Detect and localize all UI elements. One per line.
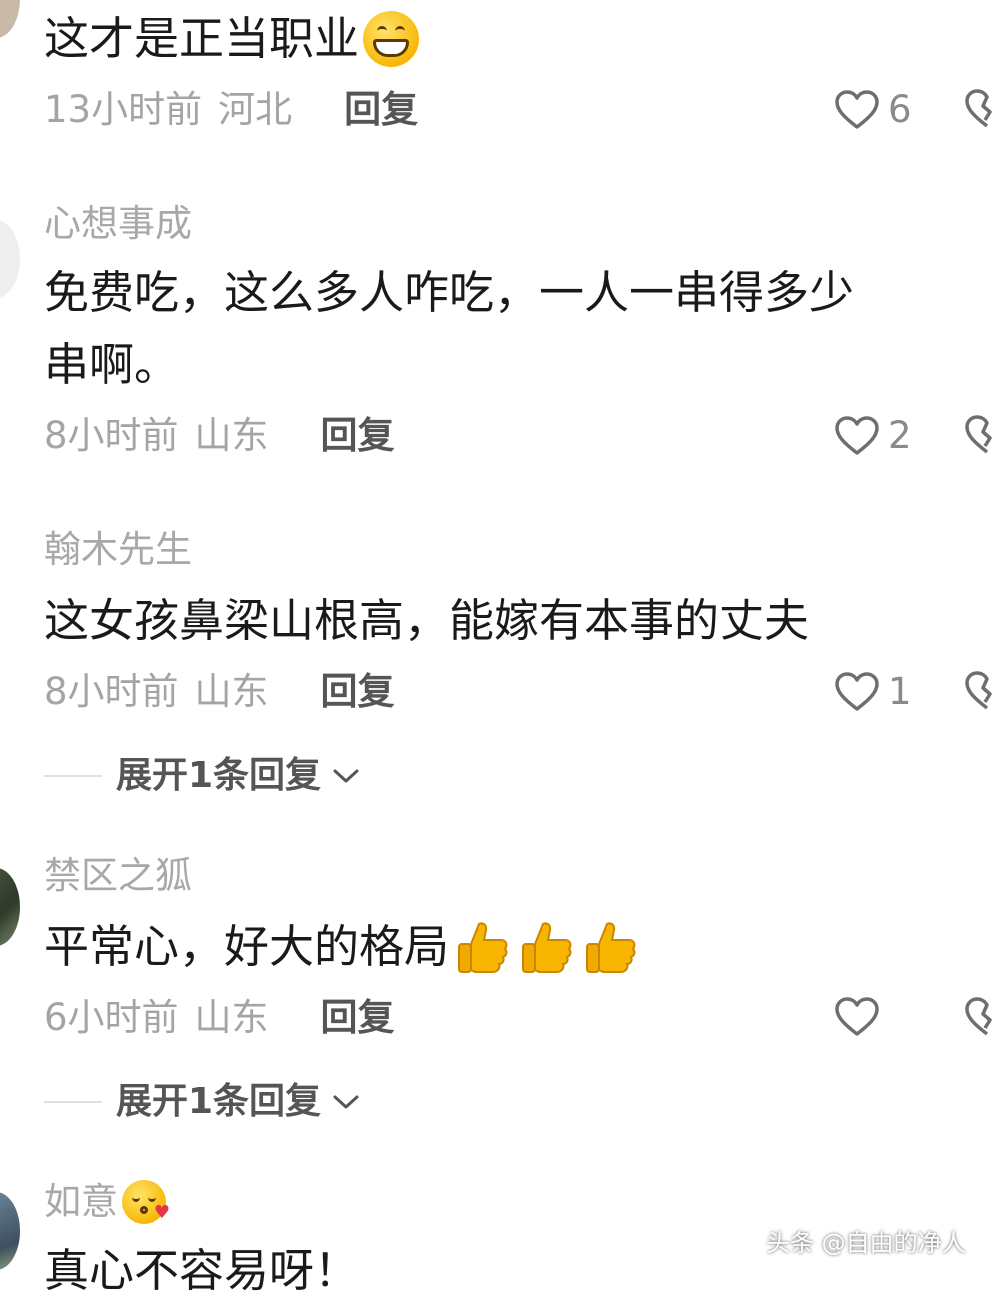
comment-text-line2: 串啊。 <box>44 338 180 391</box>
heart-icon <box>835 416 879 455</box>
comment-location: 山东 <box>194 996 269 1039</box>
comment-text: 真心不容易呀！ <box>44 1244 360 1297</box>
like-button[interactable]: 6 <box>834 88 912 132</box>
comment-meta: 6小时前 山东 回复 <box>44 996 395 1040</box>
comment-meta: 8小时前 山东 回复 <box>44 670 395 714</box>
heart-icon <box>835 997 879 1036</box>
reply-button[interactable]: 回复 <box>321 996 395 1040</box>
thumbs-up-icon <box>458 922 508 973</box>
divider <box>44 775 102 777</box>
dislike-button[interactable] <box>964 670 994 712</box>
comment-location: 山东 <box>194 414 269 457</box>
dislike-button[interactable] <box>964 996 994 1038</box>
broken-heart-icon <box>965 997 992 1036</box>
comment-location: 山东 <box>194 670 269 713</box>
reply-button[interactable]: 回复 <box>321 414 395 458</box>
like-button[interactable]: 2 <box>834 414 912 458</box>
comment-meta: 13小时前 河北 回复 <box>44 88 418 132</box>
like-count: 6 <box>888 88 912 131</box>
watermark: 头条 @自由的净人 <box>766 1229 966 1257</box>
comment-text: 这女孩鼻梁山根高，能嫁有本事的丈夫 <box>44 594 810 647</box>
comment-text: 平常心，好大的格局 <box>44 912 641 982</box>
heart-icon <box>835 672 879 711</box>
face-blowing-kiss-icon: ♥ <box>122 1180 170 1224</box>
chevron-down-icon <box>333 769 359 783</box>
comment-text: 这才是正当职业 <box>44 4 420 74</box>
grinning-face-icon <box>363 11 420 67</box>
comment-time: 13小时前 <box>44 88 203 131</box>
dislike-button[interactable] <box>964 88 994 130</box>
like-button[interactable]: 1 <box>834 670 912 714</box>
comment-username: 如意 <box>44 1180 118 1223</box>
broken-heart-icon <box>965 415 992 454</box>
comment-username[interactable]: 心想事成 <box>44 202 192 246</box>
chevron-down-icon <box>333 1095 359 1109</box>
comment-time: 8小时前 <box>44 670 179 713</box>
comment-username[interactable]: 翰木先生 <box>44 528 192 572</box>
comment-location: 河北 <box>218 88 293 131</box>
avatar[interactable] <box>0 220 20 298</box>
expand-replies-button[interactable]: 展开1条回复 <box>44 1080 361 1124</box>
thumbs-up-icon <box>586 922 636 973</box>
dislike-button[interactable] <box>964 414 994 456</box>
reply-button[interactable]: 回复 <box>344 88 418 132</box>
comment-username[interactable]: 禁区之狐 <box>44 854 192 898</box>
thumbs-up-icon <box>522 922 572 973</box>
avatar[interactable] <box>0 868 20 946</box>
comment-text: 免费吃，这么多人咋吃，一人一串得多少 <box>44 266 855 319</box>
expand-replies-button[interactable]: 展开1条回复 <box>44 754 361 798</box>
avatar[interactable] <box>0 1192 20 1270</box>
avatar[interactable] <box>0 0 20 38</box>
like-count: 2 <box>888 414 912 457</box>
comment-time: 8小时前 <box>44 414 179 457</box>
broken-heart-icon <box>965 89 992 128</box>
comment-time: 6小时前 <box>44 996 179 1039</box>
heart-icon <box>835 90 879 129</box>
divider <box>44 1101 102 1103</box>
expand-replies-label: 展开1条回复 <box>116 1081 322 1122</box>
comment-username-row[interactable]: 如意 ♥ <box>44 1180 170 1224</box>
broken-heart-icon <box>965 671 992 710</box>
like-count: 1 <box>888 670 912 713</box>
reply-button[interactable]: 回复 <box>321 670 395 714</box>
comment-meta: 8小时前 山东 回复 <box>44 414 395 458</box>
expand-replies-label: 展开1条回复 <box>116 755 322 796</box>
like-button[interactable] <box>834 996 880 1038</box>
